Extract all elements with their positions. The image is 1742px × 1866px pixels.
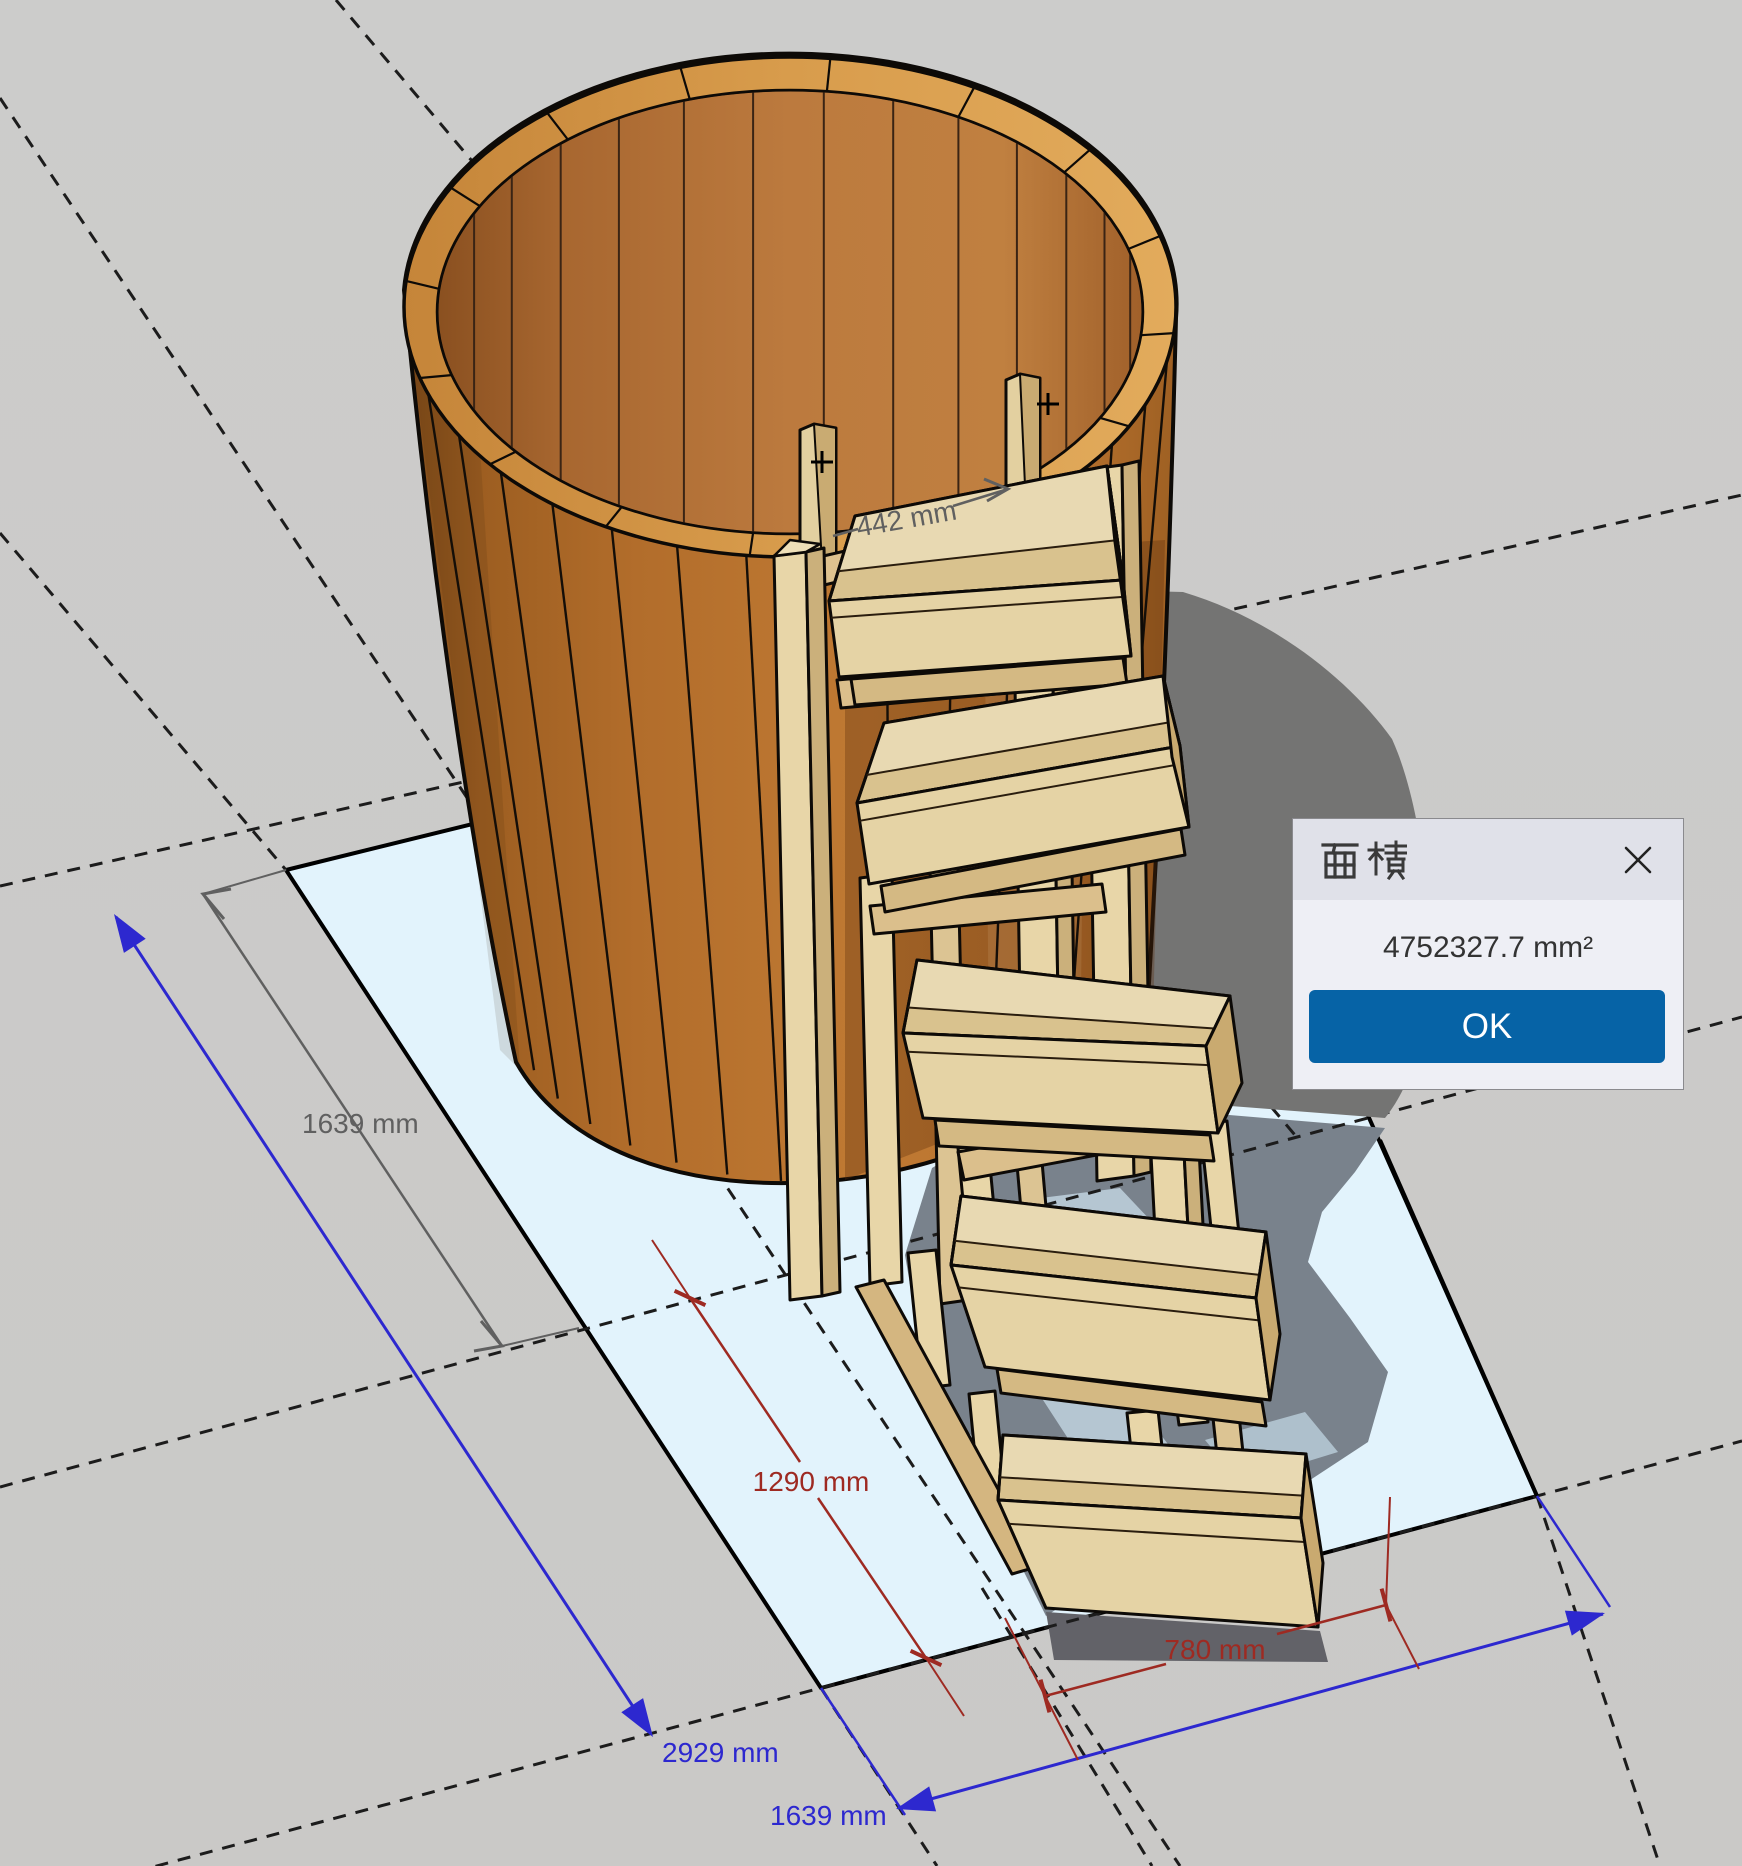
svg-text:780 mm: 780 mm	[1164, 1634, 1265, 1665]
svg-text:2929 mm: 2929 mm	[662, 1737, 779, 1768]
svg-text:1639 mm: 1639 mm	[770, 1800, 887, 1831]
svg-text:1639 mm: 1639 mm	[302, 1108, 419, 1139]
svg-text:1290 mm: 1290 mm	[753, 1466, 870, 1497]
